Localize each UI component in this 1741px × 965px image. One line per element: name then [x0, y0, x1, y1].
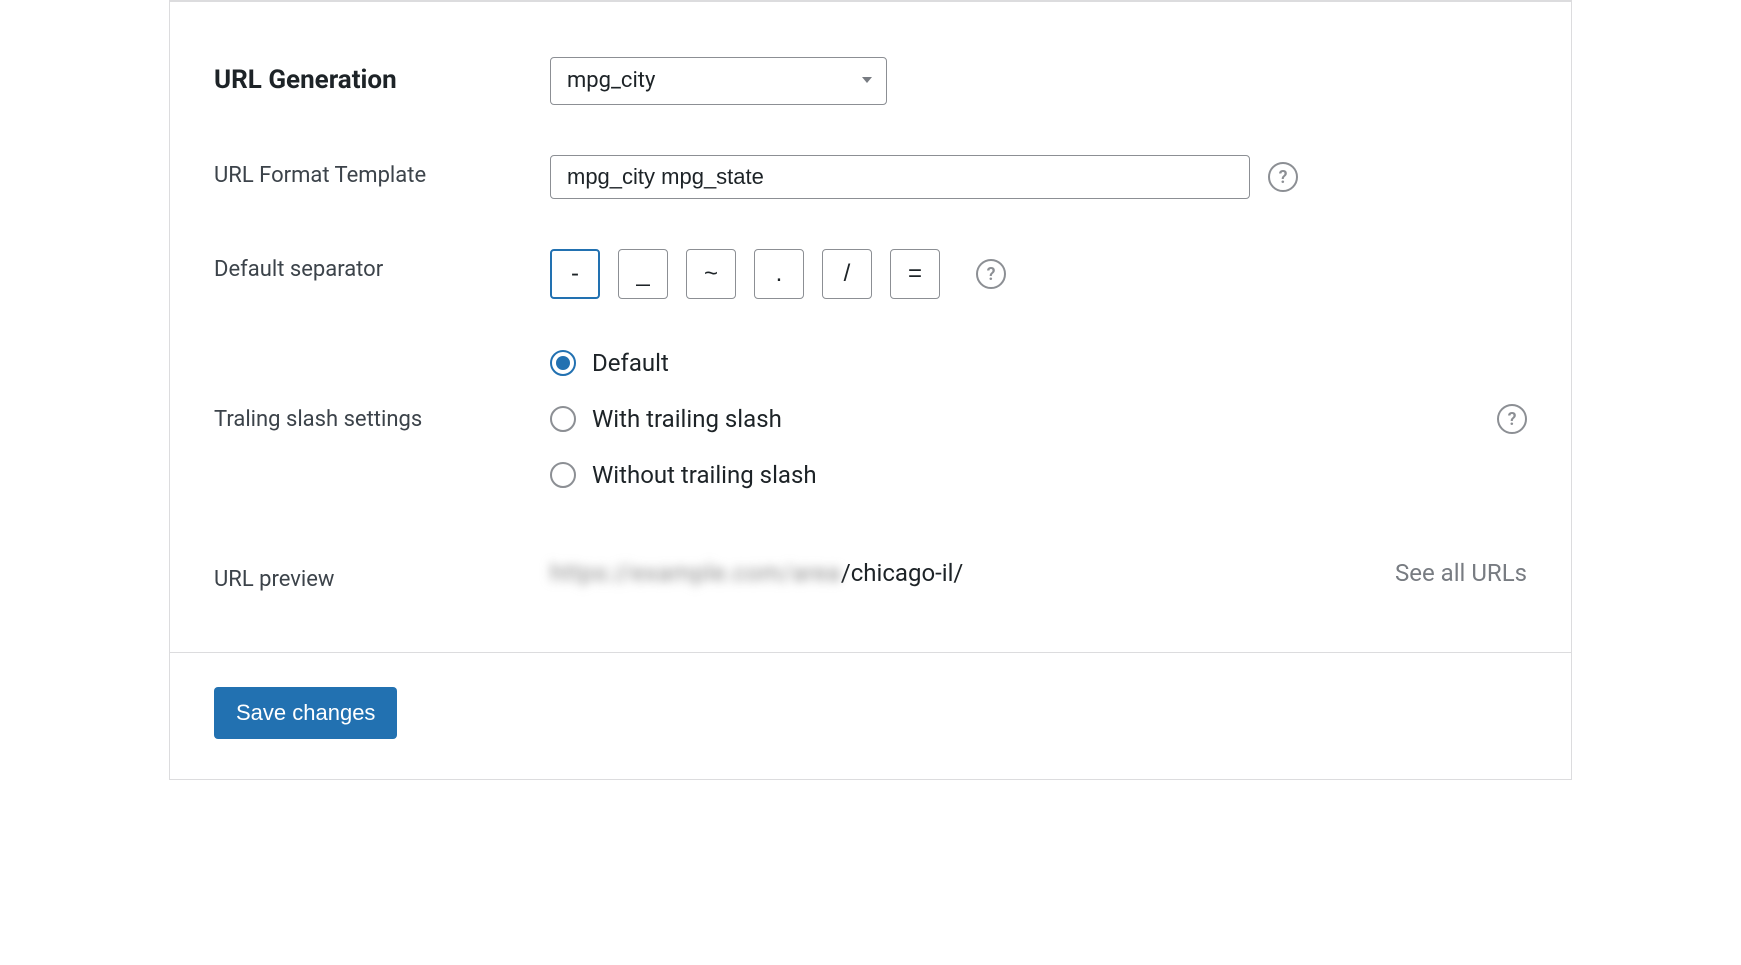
url-preview-suffix: /chicago-il/ [841, 559, 964, 587]
settings-panel: URL Generation mpg_city URL Format Templ… [169, 0, 1572, 780]
field-trailing-slash: Default With trailing slash Without trai… [550, 349, 1527, 489]
radio-with-trailing-label: With trailing slash [592, 405, 782, 433]
radio-without-trailing[interactable]: Without trailing slash [550, 461, 817, 489]
field-format-template: ? [550, 155, 1527, 199]
separator-tilde[interactable]: ~ [686, 249, 736, 299]
url-preview-label: URL preview [214, 567, 334, 592]
format-template-label: URL Format Template [214, 163, 426, 188]
row-url-generation: URL Generation mpg_city [214, 57, 1527, 105]
help-icon[interactable]: ? [1497, 404, 1527, 434]
radio-default[interactable]: Default [550, 349, 817, 377]
url-generation-select-wrap: mpg_city [550, 57, 887, 105]
row-trailing-slash: Traling slash settings Default With trai… [214, 349, 1527, 489]
radio-icon [550, 462, 576, 488]
url-preview-blurred: https://example.com/area [550, 559, 841, 587]
label-url-generation: URL Generation [214, 57, 550, 95]
see-all-urls-link[interactable]: See all URLs [1395, 559, 1527, 587]
panel-footer: Save changes [170, 652, 1571, 779]
trailing-slash-label: Traling slash settings [214, 407, 422, 432]
radio-with-trailing[interactable]: With trailing slash [550, 405, 817, 433]
help-icon[interactable]: ? [1268, 162, 1298, 192]
format-template-input[interactable] [550, 155, 1250, 199]
row-format-template: URL Format Template ? [214, 155, 1527, 199]
separator-label: Default separator [214, 257, 383, 282]
separator-dot[interactable]: . [754, 249, 804, 299]
field-separator: - _ ~ . / = ? [550, 249, 1527, 299]
label-url-preview: URL preview [214, 559, 550, 592]
separator-equals[interactable]: = [890, 249, 940, 299]
trailing-radio-group: Default With trailing slash Without trai… [550, 349, 817, 489]
help-icon[interactable]: ? [976, 259, 1006, 289]
save-changes-button[interactable]: Save changes [214, 687, 397, 739]
separator-slash[interactable]: / [822, 249, 872, 299]
label-separator: Default separator [214, 249, 550, 282]
radio-without-trailing-label: Without trailing slash [592, 461, 817, 489]
label-format-template: URL Format Template [214, 155, 550, 188]
separator-hyphen[interactable]: - [550, 249, 600, 299]
radio-icon [550, 406, 576, 432]
radio-default-label: Default [592, 349, 669, 377]
separator-group: - _ ~ . / = ? [550, 249, 1006, 299]
section-title: URL Generation [214, 65, 397, 95]
row-separator: Default separator - _ ~ . / = ? [214, 249, 1527, 299]
field-url-generation: mpg_city [550, 57, 1527, 105]
label-trailing-slash: Traling slash settings [214, 349, 550, 432]
radio-icon [550, 350, 576, 376]
separator-underscore[interactable]: _ [618, 249, 668, 299]
url-generation-select[interactable]: mpg_city [550, 57, 887, 105]
row-url-preview: URL preview https://example.com/area/chi… [214, 559, 1527, 592]
field-url-preview: https://example.com/area/chicago-il/ See… [550, 559, 1527, 587]
panel-body: URL Generation mpg_city URL Format Templ… [170, 1, 1571, 652]
url-preview-value: https://example.com/area/chicago-il/ [550, 559, 963, 587]
